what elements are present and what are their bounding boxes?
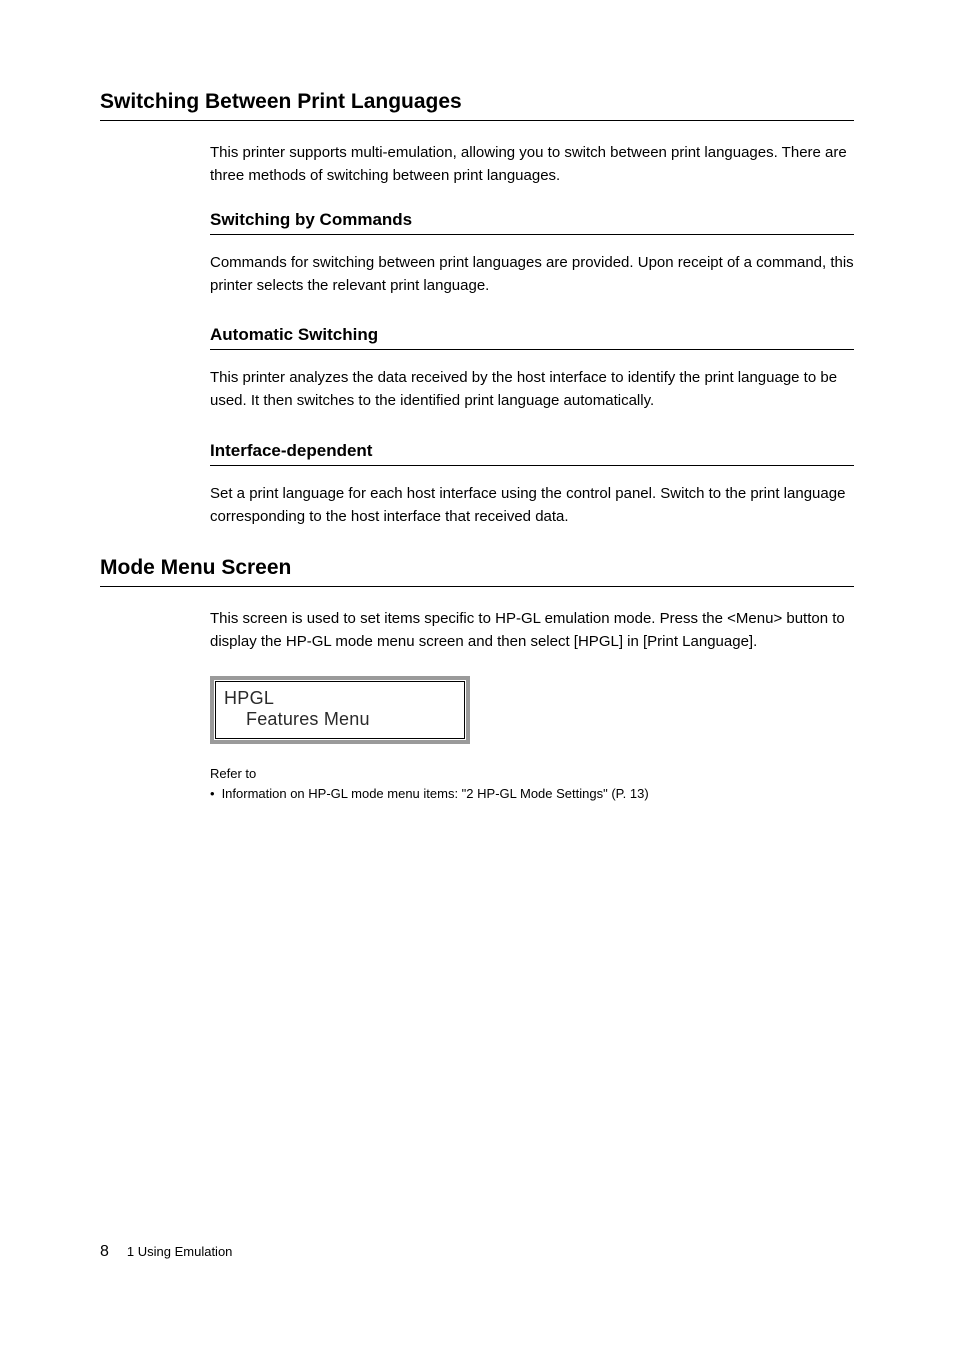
refer-to-text: Information on HP-GL mode menu items: "2… bbox=[222, 784, 649, 804]
subsection-automatic-switching: Automatic Switching This printer analyze… bbox=[210, 325, 854, 413]
page-footer: 8 1 Using Emulation bbox=[100, 1243, 232, 1261]
heading-mode-menu-screen: Mode Menu Screen bbox=[100, 556, 854, 587]
document-page: Switching Between Print Languages This p… bbox=[0, 0, 954, 803]
subheading-switching-by-commands: Switching by Commands bbox=[210, 210, 854, 235]
automatic-switching-body: This printer analyzes the data received … bbox=[210, 366, 854, 413]
subheading-automatic-switching: Automatic Switching bbox=[210, 325, 854, 350]
subsection-interface-dependent: Interface-dependent Set a print language… bbox=[210, 441, 854, 529]
bullet-icon: • bbox=[210, 784, 215, 804]
page-number: 8 bbox=[100, 1243, 109, 1261]
lcd-line-2: Features Menu bbox=[224, 709, 456, 730]
section2-intro-paragraph: This screen is used to set items specifi… bbox=[210, 607, 854, 654]
switching-by-commands-body: Commands for switching between print lan… bbox=[210, 251, 854, 298]
lcd-screen-inner: HPGL Features Menu bbox=[215, 681, 465, 739]
refer-to-bullet: • Information on HP-GL mode menu items: … bbox=[210, 784, 854, 804]
heading-switching-between-print-languages: Switching Between Print Languages bbox=[100, 90, 854, 121]
refer-to-label: Refer to bbox=[210, 766, 854, 781]
interface-dependent-body: Set a print language for each host inter… bbox=[210, 482, 854, 529]
subheading-interface-dependent: Interface-dependent bbox=[210, 441, 854, 466]
section1-content: This printer supports multi-emulation, a… bbox=[210, 141, 854, 528]
section2-content: This screen is used to set items specifi… bbox=[210, 607, 854, 803]
lcd-screen-illustration: HPGL Features Menu bbox=[210, 676, 470, 744]
footer-chapter-label: 1 Using Emulation bbox=[127, 1244, 233, 1259]
section1-intro-paragraph: This printer supports multi-emulation, a… bbox=[210, 141, 854, 188]
subsection-switching-by-commands: Switching by Commands Commands for switc… bbox=[210, 210, 854, 298]
lcd-line-1: HPGL bbox=[224, 688, 456, 709]
